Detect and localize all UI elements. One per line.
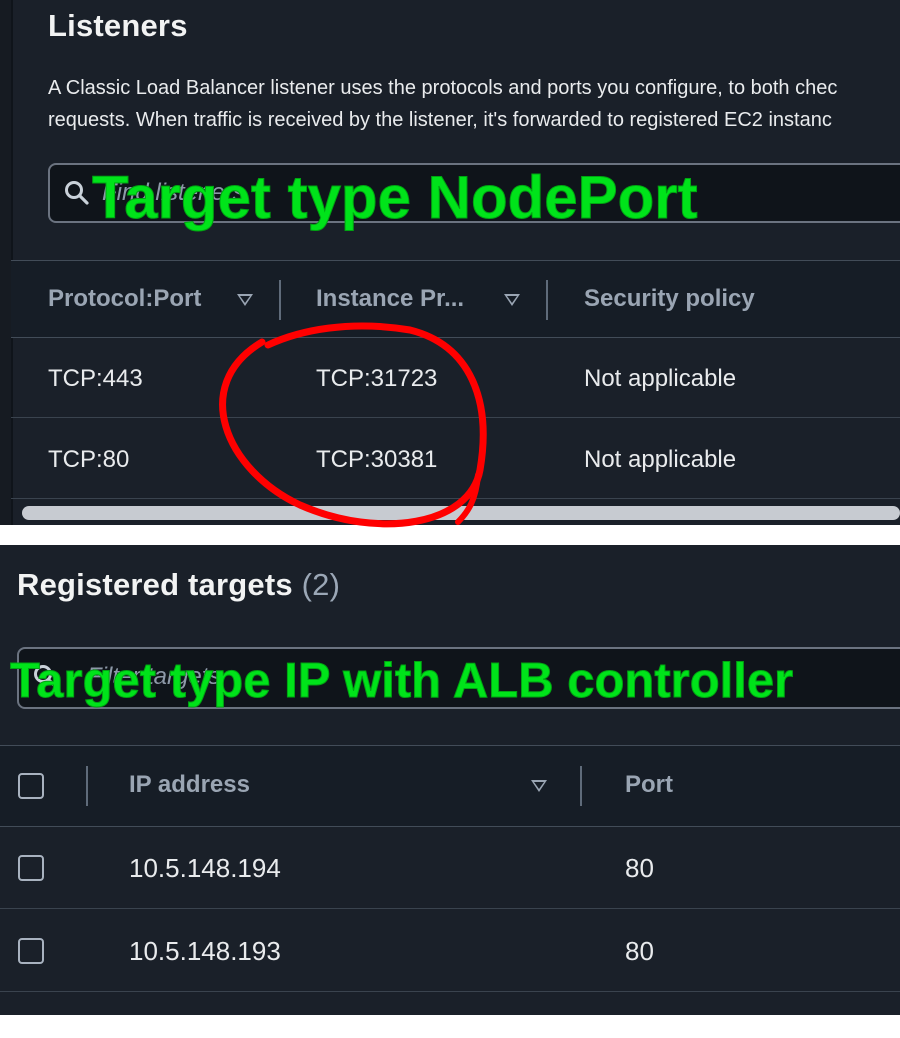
cell-instance-protocol: TCP:31723	[316, 365, 438, 392]
column-header-protocol-port[interactable]: Protocol:Port	[48, 285, 201, 313]
sort-triangle-icon[interactable]	[237, 294, 253, 306]
listeners-description-line1: A Classic Load Balancer listener uses th…	[48, 77, 838, 99]
row-checkbox[interactable]	[18, 855, 44, 881]
cell-protocol-port: TCP:80	[48, 446, 130, 473]
column-resize-handle[interactable]	[86, 766, 88, 806]
search-icon	[65, 181, 89, 205]
column-header-security-policy[interactable]: Security policy	[584, 285, 755, 313]
registered-targets-panel: Registered targets (2) Filter targets Ta…	[0, 545, 900, 1015]
column-header-port[interactable]: Port	[625, 771, 673, 799]
overlay-label-ip: Target type IP with ALB controller	[9, 654, 794, 709]
listeners-title-text: Listeners	[48, 8, 188, 43]
sort-triangle-icon[interactable]	[531, 780, 547, 792]
listeners-title: Listeners	[48, 8, 188, 44]
registered-targets-title-text: Registered targets	[17, 567, 293, 602]
sort-triangle-icon[interactable]	[504, 294, 520, 306]
table-row: 10.5.148.194 80	[0, 826, 900, 909]
horizontal-scrollbar[interactable]	[22, 506, 900, 520]
overlay-label-nodeport: Target type NodePort	[92, 164, 699, 232]
listeners-description: A Classic Load Balancer listener uses th…	[48, 72, 900, 136]
cell-ip-address: 10.5.148.194	[129, 853, 281, 883]
cell-port: 80	[625, 853, 654, 883]
registered-targets-title: Registered targets (2)	[17, 567, 340, 603]
cell-ip-address: 10.5.148.193	[129, 936, 281, 966]
listeners-panel: Listeners A Classic Load Balancer listen…	[0, 0, 900, 525]
table-row: 10.5.148.193 80	[0, 909, 900, 992]
cell-instance-protocol: TCP:30381	[316, 446, 438, 473]
targets-table-header: IP address Port	[0, 745, 900, 827]
registered-targets-count: (2)	[301, 567, 341, 602]
column-resize-handle[interactable]	[546, 280, 548, 320]
column-header-instance-protocol[interactable]: Instance Pr...	[316, 285, 464, 313]
cell-protocol-port: TCP:443	[48, 365, 143, 392]
column-resize-handle[interactable]	[580, 766, 582, 806]
row-checkbox[interactable]	[18, 938, 44, 964]
cell-port: 80	[625, 936, 654, 966]
table-row: TCP:443 TCP:31723 Not applicable	[11, 337, 900, 418]
cell-security-policy: Not applicable	[584, 446, 737, 473]
table-row: TCP:80 TCP:30381 Not applicable	[11, 418, 900, 499]
column-resize-handle[interactable]	[279, 280, 281, 320]
listeners-table-header: Protocol:Port Instance Pr... Security po…	[11, 260, 900, 338]
select-all-checkbox[interactable]	[18, 773, 44, 799]
cell-security-policy: Not applicable	[584, 365, 737, 392]
column-header-ip-address[interactable]: IP address	[129, 771, 250, 799]
listeners-description-line2: requests. When traffic is received by th…	[48, 109, 832, 131]
